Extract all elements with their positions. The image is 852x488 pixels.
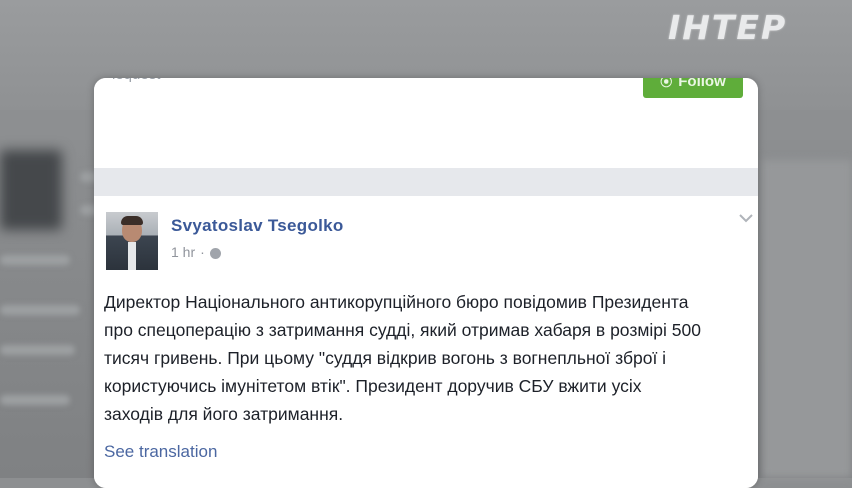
post-text-line: заходів для його затримання. [104,404,344,424]
avatar-hair [121,216,143,225]
request-link[interactable]: lequest [112,78,160,83]
see-translation-link[interactable]: See translation [104,442,217,462]
post: Svyatoslav Tsegolko 1 hr · Директор Наці… [94,196,758,488]
profile-header: lequest ⦿ Follow [94,78,758,168]
background-avatar [0,150,62,230]
facebook-post-card: lequest ⦿ Follow Svyatoslav Tsegolko 1 h… [94,78,758,488]
background-line [0,345,75,355]
avatar-shirt [128,242,136,270]
follow-button[interactable]: ⦿ Follow [643,78,743,98]
post-text-line: тисяч гривень. При цьому "суддя відкрив … [104,348,667,368]
feed-divider [94,168,758,196]
background-line [0,255,70,265]
post-author[interactable]: Svyatoslav Tsegolko [171,216,344,236]
rss-icon: ⦿ [660,78,673,89]
post-text-line: Директор Національного антикорупційного … [104,292,689,312]
post-meta: 1 hr · [171,244,221,260]
post-text: Директор Національного антикорупційного … [104,288,752,428]
background-line [0,395,70,405]
background-right-panel [762,160,852,478]
background-line [0,305,80,315]
avatar[interactable] [106,212,158,270]
post-time[interactable]: 1 hr [171,244,195,260]
channel-logo: ІНТЕР [668,8,788,47]
globe-icon[interactable] [209,247,221,259]
post-text-line: про спецоперацію з затримання судді, яки… [104,320,701,340]
post-text-line: користуючись імунітетом втік". Президент… [104,376,642,396]
follow-label: Follow [678,78,726,90]
meta-separator: · [200,244,205,260]
chevron-down-icon[interactable] [738,212,754,224]
